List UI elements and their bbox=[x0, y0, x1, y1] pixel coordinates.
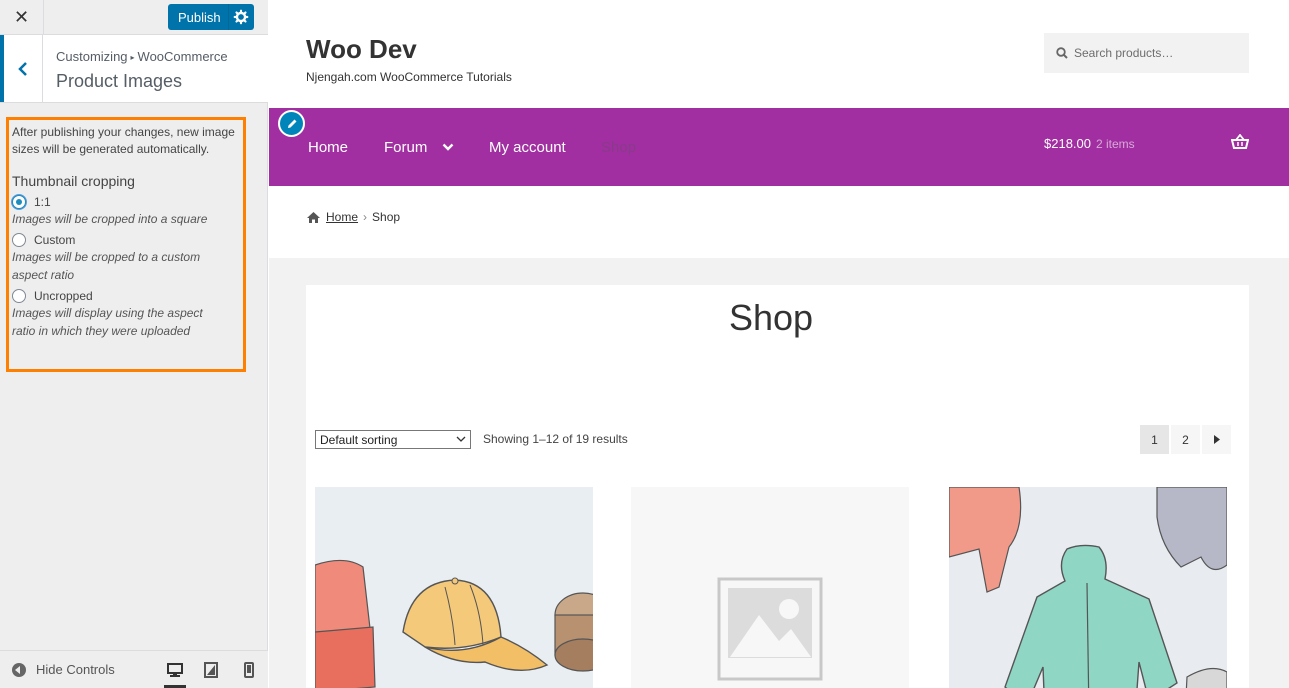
breadcrumb: Home › Shop bbox=[306, 210, 400, 224]
next-page-button[interactable] bbox=[1202, 425, 1231, 454]
chevron-down-icon bbox=[442, 143, 453, 151]
nav-item-my-account[interactable]: My account bbox=[489, 139, 566, 156]
page-title: Shop bbox=[728, 297, 814, 338]
nav-item-shop[interactable]: Shop bbox=[601, 139, 636, 156]
option-custom[interactable]: Custom bbox=[12, 233, 240, 247]
hoodies-illustration bbox=[949, 487, 1227, 688]
site-description: Njengah.com WooCommerce Tutorials bbox=[306, 70, 512, 84]
radio-uncropped[interactable] bbox=[12, 289, 26, 303]
customizer-breadcrumb: Customizing ▸ WooCommerce bbox=[56, 49, 228, 64]
back-button[interactable] bbox=[0, 35, 43, 102]
collapse-icon bbox=[12, 662, 26, 677]
option-label: 1:1 bbox=[34, 195, 51, 209]
chevron-down-icon bbox=[456, 436, 466, 442]
cart-total: $218.00 bbox=[1044, 136, 1091, 151]
tablet-icon bbox=[204, 662, 218, 678]
breadcrumb-current: Shop bbox=[372, 210, 401, 224]
option-uncropped[interactable]: Uncropped bbox=[12, 289, 240, 303]
triangle-right-icon: ▸ bbox=[130, 53, 135, 62]
page-2[interactable]: 2 bbox=[1171, 425, 1200, 454]
section-header: Customizing ▸ WooCommerce Product Images bbox=[0, 35, 268, 103]
search-placeholder: Search products… bbox=[1074, 46, 1174, 60]
hide-controls-label: Hide Controls bbox=[36, 662, 115, 677]
option-description: Images will be cropped into a square bbox=[12, 212, 208, 226]
cart-summary[interactable]: $218.00 2 items bbox=[1044, 136, 1135, 151]
primary-navigation: Home Forum My account Shop $218.00 2 item… bbox=[269, 108, 1289, 186]
thumbnail-cropping-controls: After publishing your changes, new image… bbox=[6, 117, 246, 372]
option-label: Custom bbox=[34, 233, 76, 247]
publish-label: Publish bbox=[178, 9, 221, 25]
pagination: 1 2 bbox=[1140, 425, 1233, 454]
gear-icon[interactable] bbox=[232, 8, 250, 26]
product-image-placeholder[interactable] bbox=[631, 487, 909, 688]
site-preview: Woo Dev Njengah.com WooCommerce Tutorial… bbox=[269, 0, 1289, 688]
close-customizer-button[interactable]: ✕ bbox=[0, 0, 44, 34]
cropping-title: Thumbnail cropping bbox=[12, 173, 135, 189]
result-count: Showing 1–12 of 19 results bbox=[483, 432, 628, 446]
desktop-icon bbox=[167, 662, 183, 677]
accessories-illustration bbox=[315, 559, 593, 688]
breadcrumb-home-link[interactable]: Home bbox=[326, 210, 358, 224]
product-image-accessories[interactable] bbox=[315, 487, 593, 688]
desktop-preview-button[interactable] bbox=[164, 658, 186, 688]
option-label: Uncropped bbox=[34, 289, 93, 303]
nav-item-label: Forum bbox=[384, 139, 428, 156]
close-icon: ✕ bbox=[13, 6, 30, 27]
sorting-selected: Default sorting bbox=[320, 432, 398, 447]
product-search-input[interactable]: Search products… bbox=[1044, 33, 1249, 73]
nav-item-home[interactable]: Home bbox=[308, 139, 348, 156]
search-icon bbox=[1056, 47, 1068, 59]
pencil-icon bbox=[287, 119, 296, 128]
site-title[interactable]: Woo Dev bbox=[306, 34, 417, 65]
customizer-header: ✕ Publish bbox=[0, 0, 268, 35]
sorting-select[interactable]: Default sorting bbox=[315, 430, 471, 449]
breadcrumb-root: Customizing bbox=[56, 49, 128, 64]
regeneration-notice: After publishing your changes, new image… bbox=[12, 125, 235, 156]
arrow-right-icon bbox=[1213, 435, 1220, 444]
basket-icon[interactable] bbox=[1231, 134, 1249, 150]
option-description: Images will display using the aspect rat… bbox=[12, 306, 203, 338]
breadcrumb-separator: › bbox=[363, 210, 368, 224]
main-content: Shop Default sorting Showing 1–12 of 19 … bbox=[306, 285, 1249, 688]
hide-controls-button[interactable]: Hide Controls bbox=[12, 662, 115, 677]
content-background: Shop Default sorting Showing 1–12 of 19 … bbox=[269, 258, 1289, 688]
option-description: Images will be cropped to a custom aspec… bbox=[12, 250, 201, 282]
mobile-icon bbox=[244, 662, 254, 678]
section-title: Product Images bbox=[56, 71, 183, 91]
radio-custom[interactable] bbox=[12, 233, 26, 247]
option-1-1[interactable]: 1:1 bbox=[12, 195, 240, 209]
product-image-hoodies[interactable] bbox=[949, 487, 1227, 688]
image-placeholder-icon bbox=[717, 577, 823, 681]
mobile-preview-button[interactable] bbox=[238, 659, 260, 681]
home-icon bbox=[307, 211, 320, 223]
customizer-sidebar: ✕ Publish Customizing ▸ WooCommerce Prod… bbox=[0, 0, 268, 688]
publish-button[interactable]: Publish bbox=[168, 4, 254, 30]
cart-count: 2 items bbox=[1096, 137, 1135, 151]
customizer-footer: Hide Controls bbox=[0, 650, 268, 688]
nav-item-forum[interactable]: Forum bbox=[384, 139, 454, 156]
edit-shortcut-button[interactable] bbox=[278, 110, 305, 137]
breadcrumb-parent: WooCommerce bbox=[137, 49, 228, 64]
tablet-preview-button[interactable] bbox=[200, 659, 222, 681]
radio-1-1[interactable] bbox=[12, 195, 26, 209]
page-1: 1 bbox=[1140, 425, 1169, 454]
chevron-left-icon bbox=[18, 61, 27, 76]
